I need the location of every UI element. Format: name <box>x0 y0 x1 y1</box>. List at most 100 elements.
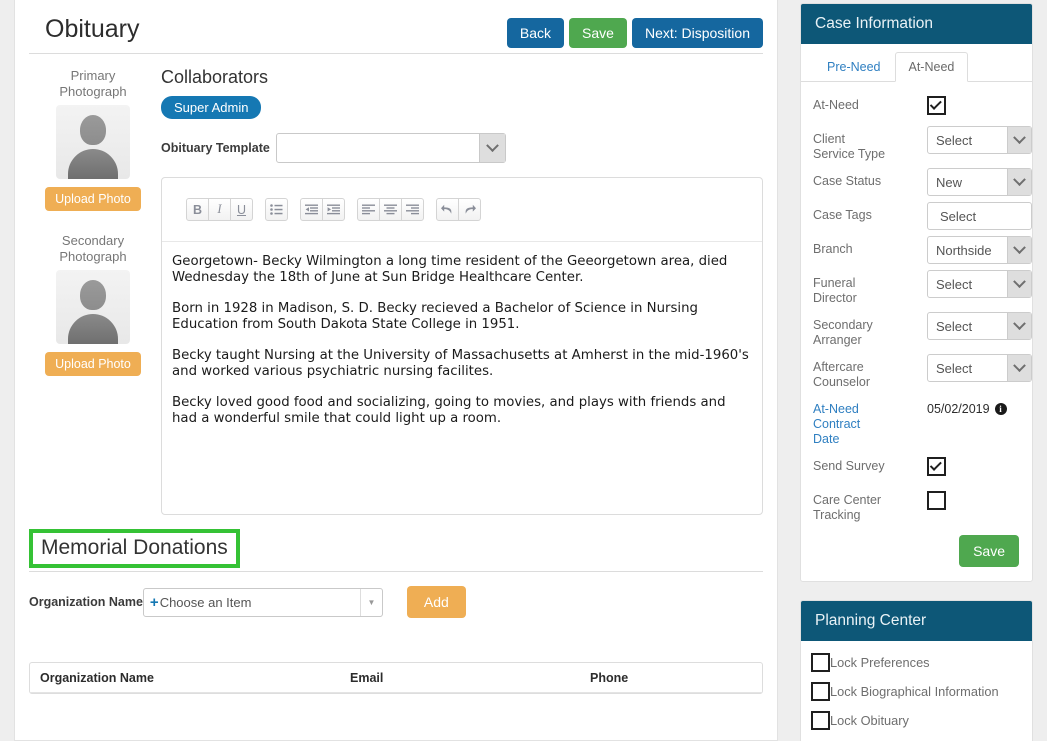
align-left-icon[interactable] <box>357 198 380 221</box>
send-survey-checkbox[interactable] <box>927 457 946 476</box>
lock-preferences-label: Lock Preferences <box>830 654 930 670</box>
planning-center-card: Planning Center Lock Preferences Lock Bi… <box>800 600 1033 741</box>
case-information-tabs: Pre-Need At-Need <box>801 44 1032 82</box>
field-control-funeral-director: Select <box>889 270 1032 298</box>
history-group <box>436 198 481 221</box>
lock-obituary-checkbox[interactable] <box>811 711 830 730</box>
upload-secondary-photo-button[interactable]: Upload Photo <box>45 352 141 376</box>
add-organization-row: Organization Name + Choose an Item ▼ Add <box>29 586 763 618</box>
obituary-content-row: Primary Photograph Upload Photo Secondar… <box>15 54 777 515</box>
funeral-director-value: Select <box>936 276 973 292</box>
add-donation-button[interactable]: Add <box>406 586 466 618</box>
chevron-down-icon: ▼ <box>359 588 382 616</box>
align-center-icon[interactable] <box>379 198 402 221</box>
avatar-head-shape <box>80 115 106 145</box>
memorial-donations-heading: Memorial Donations <box>41 536 228 559</box>
bullet-list-icon[interactable] <box>265 198 288 221</box>
field-control-aftercare-counselor: Select <box>889 354 1032 382</box>
donations-table-header-row: Organization Name Email Phone <box>30 663 762 693</box>
funeral-director-select[interactable]: Select <box>927 270 1032 298</box>
avatar-body-shape <box>68 314 118 344</box>
obituary-template-label: Obituary Template <box>161 141 270 155</box>
client-service-type-select[interactable]: Select <box>927 126 1032 154</box>
page-root: Obituary Back Save Next: Disposition Pri… <box>0 0 1047 741</box>
page-header: Obituary Back Save Next: Disposition <box>29 0 763 54</box>
field-label-aftercare-counselor: Aftercare Counselor <box>813 360 870 389</box>
field-case-status: Case Status New <box>813 168 1032 196</box>
tab-at-need[interactable]: At-Need <box>894 52 969 82</box>
avatar-head-shape <box>80 280 106 310</box>
primary-photo-label-line1: Primary <box>70 68 116 83</box>
lock-biographical-information-checkbox[interactable] <box>811 682 830 701</box>
indent-icon[interactable] <box>322 198 345 221</box>
back-button[interactable]: Back <box>506 18 565 48</box>
italic-icon[interactable]: I <box>208 198 231 221</box>
field-client-service-type: Client Service Type Select <box>813 126 1032 162</box>
text-style-group: B I U <box>186 198 253 221</box>
organization-name-label: Organization Name <box>29 595 143 609</box>
case-tags-input[interactable]: Select <box>927 202 1032 230</box>
field-at-need: At-Need <box>813 92 1020 120</box>
lock-biographical-information-label: Lock Biographical Information <box>830 683 999 699</box>
branch-select[interactable]: Northside <box>927 236 1032 264</box>
undo-icon[interactable] <box>436 198 459 221</box>
case-status-select[interactable]: New <box>927 168 1032 196</box>
field-label-branch: Branch <box>813 242 853 256</box>
field-control-client-service-type: Select <box>889 126 1032 154</box>
align-right-icon[interactable] <box>401 198 424 221</box>
photo-spacer <box>29 211 157 233</box>
at-need-checkbox[interactable] <box>927 96 946 115</box>
underline-icon[interactable]: U <box>230 198 253 221</box>
primary-photo-label-line2: Photograph <box>59 84 127 99</box>
redo-icon[interactable] <box>458 198 481 221</box>
case-tags-value: Select <box>940 208 977 224</box>
field-control-branch: Northside <box>889 236 1032 264</box>
case-information-save-button[interactable]: Save <box>959 535 1019 567</box>
secondary-arranger-select[interactable]: Select <box>927 312 1032 340</box>
lock-preferences-checkbox[interactable] <box>811 653 830 672</box>
donations-table: Organization Name Email Phone <box>29 662 763 694</box>
field-control-case-status: New <box>889 168 1032 196</box>
chevron-down-icon <box>1007 271 1031 297</box>
obituary-paragraph: Becky taught Nursing at the University o… <box>172 348 749 379</box>
field-control-at-need <box>889 92 1020 115</box>
field-care-center-tracking: Care Center Tracking <box>813 487 1020 523</box>
secondary-photo-label-line1: Secondary <box>61 233 125 248</box>
collaborator-badge-super-admin[interactable]: Super Admin <box>161 96 262 119</box>
field-label-case-status: Case Status <box>813 174 882 188</box>
obituary-template-select[interactable] <box>275 133 506 163</box>
organization-name-select[interactable]: + Choose an Item ▼ <box>142 587 383 617</box>
info-icon[interactable]: i <box>994 403 1007 415</box>
memorial-donations-highlight-box: Memorial Donations <box>29 529 240 568</box>
chevron-down-icon <box>478 134 505 162</box>
column-header-email: Email <box>350 670 384 685</box>
save-button[interactable]: Save <box>569 18 627 48</box>
obituary-form-column: Collaborators Super Admin Obituary Templ… <box>157 62 763 515</box>
bold-icon[interactable]: B <box>186 198 209 221</box>
upload-primary-photo-button[interactable]: Upload Photo <box>45 187 141 211</box>
chevron-down-icon <box>1007 127 1031 153</box>
check-icon <box>929 458 942 471</box>
obituary-text-area[interactable]: Georgetown- Becky Wilmington a long time… <box>162 242 762 514</box>
list-group <box>265 198 288 221</box>
primary-photo-placeholder-icon[interactable] <box>56 105 130 179</box>
field-label-care-center-tracking: Care Center Tracking <box>813 493 882 522</box>
at-need-contract-date-value: 05/02/2019 <box>927 402 990 416</box>
obituary-paragraph: Georgetown- Becky Wilmington a long time… <box>172 254 728 285</box>
field-secondary-arranger: Secondary Arranger Select <box>813 312 1032 348</box>
aftercare-counselor-select[interactable]: Select <box>927 354 1032 382</box>
obituary-paragraph: Becky loved good food and socializing, g… <box>172 395 726 426</box>
field-label-at-need-contract-date[interactable]: At-Need Contract Date <box>813 396 889 447</box>
client-service-type-value: Select <box>936 132 973 148</box>
obituary-editor: B I U Georgetown- Becky Wilmington a lon… <box>161 177 763 515</box>
secondary-photo-placeholder-icon[interactable] <box>56 270 130 344</box>
column-header-phone: Phone <box>590 670 629 685</box>
tab-pre-need[interactable]: Pre-Need <box>813 52 895 82</box>
outdent-icon[interactable] <box>300 198 323 221</box>
case-information-card: Case Information Pre-Need At-Need At-Nee… <box>800 3 1033 582</box>
next-disposition-button[interactable]: Next: Disposition <box>631 18 763 48</box>
case-status-value: New <box>936 174 963 190</box>
care-center-tracking-checkbox[interactable] <box>927 491 946 510</box>
field-control-care-center-tracking <box>889 487 1020 510</box>
field-label-client-service-type: Client Service Type <box>813 132 886 161</box>
